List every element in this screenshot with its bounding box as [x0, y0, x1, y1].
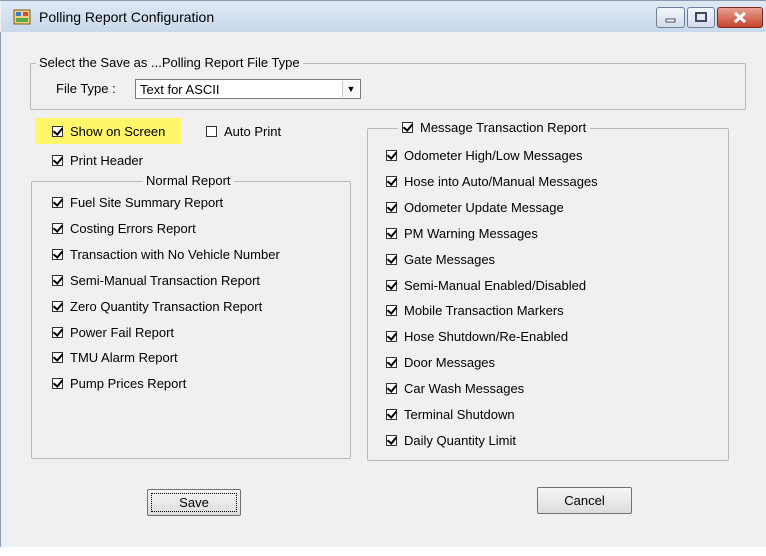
file-type-selected-value: Text for ASCII [140, 82, 220, 97]
message-report-item-checkbox[interactable]: Semi-Manual Enabled/Disabled [386, 278, 586, 293]
checkbox-box[interactable] [386, 175, 397, 187]
message-report-item-checkbox[interactable]: Hose into Auto/Manual Messages [386, 174, 598, 189]
checkbox-box[interactable] [52, 222, 63, 234]
message-report-item-label: Mobile Transaction Markers [404, 303, 564, 319]
checkbox-box[interactable] [386, 409, 397, 420]
checkbox-box[interactable] [52, 352, 63, 364]
normal-report-item-checkbox[interactable]: Pump Prices Report [52, 376, 186, 391]
message-report-item-checkbox[interactable]: Terminal Shutdown [386, 407, 515, 422]
message-report-item-label: Odometer Update Message [404, 199, 564, 215]
checkbox-box[interactable] [386, 305, 397, 317]
message-report-item-label: Semi-Manual Enabled/Disabled [404, 277, 587, 293]
checkbox-box[interactable] [52, 126, 63, 137]
checkbox-box[interactable] [402, 122, 413, 133]
cancel-button-label: Cancel [564, 493, 605, 508]
normal-report-item-label: TMU Alarm Report [70, 350, 178, 366]
app-icon [13, 9, 31, 25]
normal-report-item-checkbox[interactable]: Semi-Manual Transaction Report [52, 273, 260, 288]
print-header-checkbox[interactable]: Print Header [52, 153, 143, 168]
message-report-item-label: Gate Messages [404, 251, 496, 267]
normal-report-item-checkbox[interactable]: Transaction with No Vehicle Number [52, 247, 280, 262]
normal-report-item-checkbox[interactable]: Zero Quantity Transaction Report [52, 299, 262, 314]
checkbox-box[interactable] [52, 155, 63, 166]
show-on-screen-checkbox[interactable]: Show on Screen [52, 124, 165, 139]
minimize-icon [665, 18, 676, 23]
checkbox-box[interactable] [386, 227, 397, 239]
chevron-down-icon[interactable]: ▼ [342, 81, 359, 97]
checkbox-box[interactable] [52, 378, 63, 390]
checkbox-box[interactable] [52, 300, 63, 312]
maximize-button[interactable] [687, 7, 715, 28]
checkbox-box[interactable] [386, 357, 397, 369]
message-report-item-label: Hose into Auto/Manual Messages [404, 173, 598, 189]
checkbox-box[interactable] [386, 331, 397, 343]
close-icon [733, 11, 747, 24]
message-report-legend: Message Transaction Report [420, 120, 587, 135]
message-report-item-label: Daily Quantity Limit [404, 432, 516, 448]
checkbox-box[interactable] [52, 248, 63, 260]
show-on-screen-label: Show on Screen [70, 124, 166, 139]
message-report-item-checkbox[interactable]: PM Warning Messages [386, 226, 538, 241]
normal-report-item-checkbox[interactable]: Fuel Site Summary Report [52, 195, 223, 210]
message-report-item-label: Car Wash Messages [404, 381, 525, 397]
normal-report-item-checkbox[interactable]: TMU Alarm Report [52, 350, 178, 365]
message-report-item-checkbox[interactable]: Mobile Transaction Markers [386, 303, 564, 318]
window-frame-left [0, 32, 9, 556]
normal-report-item-label: Fuel Site Summary Report [70, 195, 224, 210]
file-type-select[interactable]: Text for ASCII ▼ [135, 79, 361, 99]
message-report-item-checkbox[interactable]: Daily Quantity Limit [386, 433, 516, 448]
normal-report-item-label: Semi-Manual Transaction Report [70, 272, 261, 288]
focus-rect [151, 493, 237, 512]
message-report-item-checkbox[interactable]: Odometer Update Message [386, 200, 564, 215]
normal-report-item-label: Pump Prices Report [70, 376, 187, 392]
file-type-group-legend: Select the Save as ...Polling Report Fil… [36, 55, 303, 70]
normal-report-item-checkbox[interactable]: Power Fail Report [52, 325, 174, 340]
window-frame-bottom [0, 547, 766, 556]
title-bar: Polling Report Configuration [1, 1, 766, 32]
message-report-item-label: Door Messages [404, 355, 496, 371]
file-type-label: File Type : [56, 81, 116, 96]
message-report-item-checkbox[interactable]: Hose Shutdown/Re-Enabled [386, 329, 568, 344]
normal-report-item-label: Zero Quantity Transaction Report [70, 298, 263, 314]
checkbox-box[interactable] [386, 150, 397, 161]
checkbox-box[interactable] [386, 279, 397, 291]
normal-report-item-label: Costing Errors Report [70, 220, 196, 236]
normal-report-item-label: Transaction with No Vehicle Number [70, 246, 280, 262]
checkbox-box[interactable] [52, 326, 63, 338]
close-button[interactable] [717, 7, 763, 28]
normal-report-item-checkbox[interactable]: Costing Errors Report [52, 221, 196, 236]
save-button[interactable]: Save [147, 489, 241, 516]
minimize-button[interactable] [656, 7, 685, 28]
message-report-legend-checkbox[interactable]: Message Transaction Report [398, 120, 591, 135]
maximize-icon [695, 12, 707, 22]
message-report-item-checkbox[interactable]: Odometer High/Low Messages [386, 148, 582, 163]
checkbox-box[interactable] [52, 197, 63, 208]
message-report-item-label: Terminal Shutdown [404, 407, 515, 422]
auto-print-checkbox[interactable]: Auto Print [206, 124, 281, 139]
checkbox-box[interactable] [386, 434, 397, 446]
checkbox-box[interactable] [386, 253, 397, 265]
checkbox-box[interactable] [52, 274, 63, 286]
cancel-button[interactable]: Cancel [537, 487, 632, 514]
print-header-label: Print Header [70, 153, 143, 168]
message-report-item-label: Odometer High/Low Messages [404, 148, 583, 163]
dialog-window: Polling Report Configuration Select the … [0, 0, 766, 556]
message-report-item-checkbox[interactable]: Car Wash Messages [386, 381, 524, 396]
checkbox-box[interactable] [386, 201, 397, 213]
window-title: Polling Report Configuration [39, 9, 215, 25]
message-report-item-label: PM Warning Messages [404, 225, 538, 241]
message-report-item-checkbox[interactable]: Door Messages [386, 355, 495, 370]
checkbox-box[interactable] [206, 126, 217, 137]
message-report-item-checkbox[interactable]: Gate Messages [386, 252, 495, 267]
auto-print-label: Auto Print [224, 124, 282, 139]
checkbox-box[interactable] [386, 383, 397, 395]
normal-report-legend: Normal Report [143, 173, 234, 188]
normal-report-item-label: Power Fail Report [70, 324, 175, 340]
message-report-item-label: Hose Shutdown/Re-Enabled [404, 329, 569, 345]
